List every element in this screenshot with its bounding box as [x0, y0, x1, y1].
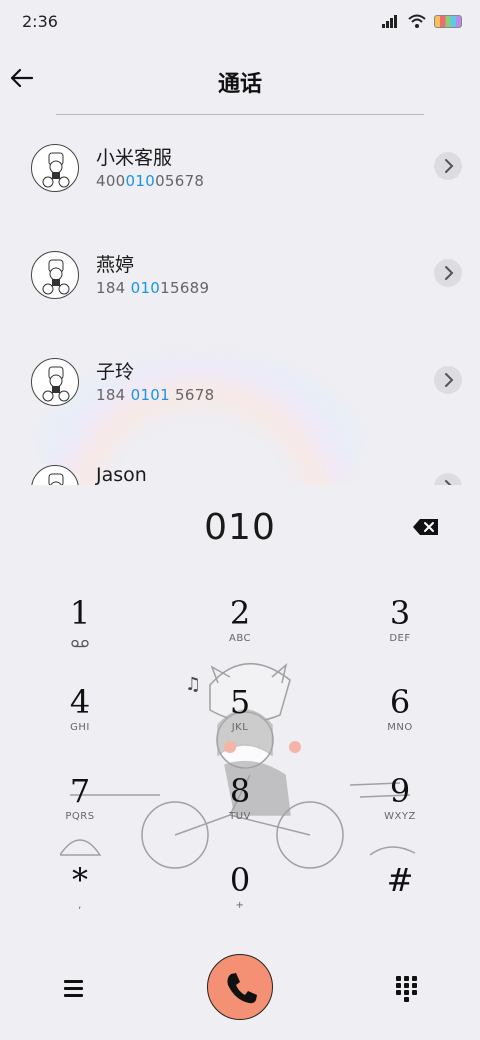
dialer-panel: ♫ 010 1 2 ABC 3 DEF 4 GHI 5 JKL 6 MNO 7 PQRS 8… — [0, 485, 480, 1040]
avatar — [31, 144, 79, 192]
key-1[interactable]: 1 — [25, 593, 135, 673]
contact-name: 燕婷 — [96, 254, 135, 276]
key-4[interactable]: 4 GHI — [25, 682, 135, 762]
contact-name: 小米客服 — [96, 147, 173, 169]
signal-icon — [382, 14, 400, 28]
status-bar: 2:36 — [0, 0, 480, 44]
key-hash[interactable]: # — [345, 860, 455, 940]
voicemail-icon — [71, 639, 89, 648]
contact-number: 184 01015689 — [96, 279, 210, 297]
key-0[interactable]: 0 + — [185, 860, 295, 940]
key-5[interactable]: 5 JKL — [185, 682, 295, 762]
key-3[interactable]: 3 DEF — [345, 593, 455, 673]
key-6[interactable]: 6 MNO — [345, 682, 455, 762]
avatar — [31, 251, 79, 299]
contact-row[interactable]: 小米客服 40001005678 — [0, 115, 480, 211]
key-2[interactable]: 2 ABC — [185, 593, 295, 673]
page-title: 通话 — [217, 72, 262, 97]
contact-row[interactable]: Jason — [0, 436, 480, 485]
contact-number: 40001005678 — [96, 172, 205, 190]
contact-name: 子玲 — [96, 361, 135, 383]
wifi-icon — [408, 14, 426, 28]
key-9[interactable]: 9 WXYZ — [345, 771, 455, 851]
dial-number-display: 010 — [204, 507, 276, 548]
key-7[interactable]: 7 PQRS — [25, 771, 135, 851]
chevron-right-icon[interactable] — [434, 473, 462, 485]
status-icons — [382, 14, 462, 28]
battery-icon — [434, 14, 462, 28]
dialer-bottom-bar — [0, 950, 480, 1040]
status-time: 2:36 — [22, 12, 58, 31]
backspace-icon[interactable] — [412, 517, 440, 537]
chevron-right-icon[interactable] — [434, 259, 462, 287]
call-button[interactable] — [207, 954, 273, 1020]
menu-icon[interactable] — [62, 976, 86, 1000]
key-8[interactable]: 8 TUV — [185, 771, 295, 851]
chevron-right-icon[interactable] — [434, 152, 462, 180]
contact-list[interactable]: 小米客服 40001005678 燕婷 184 01015689 子玲 184 … — [0, 115, 480, 485]
contact-name: Jason — [96, 464, 147, 485]
avatar — [31, 358, 79, 406]
avatar — [31, 465, 79, 485]
contact-number: 184 0101 5678 — [96, 386, 215, 404]
key-star[interactable]: *, — [25, 860, 135, 940]
header: 通话 — [0, 44, 480, 116]
phone-icon — [227, 973, 257, 1004]
chevron-right-icon[interactable] — [434, 366, 462, 394]
contact-row[interactable]: 子玲 184 0101 5678 — [0, 329, 480, 425]
dialpad-icon[interactable] — [396, 976, 418, 1002]
contact-row[interactable]: 燕婷 184 01015689 — [0, 222, 480, 318]
